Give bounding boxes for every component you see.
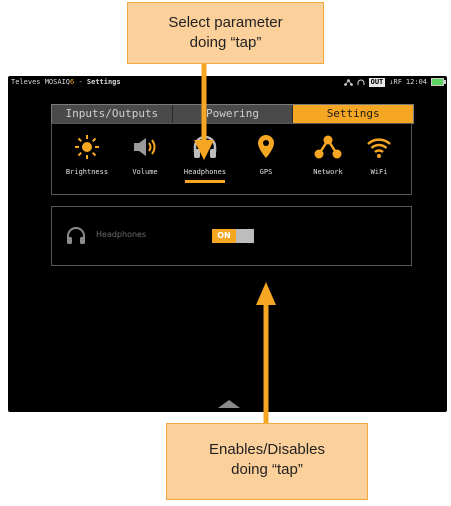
arrow-head-down (194, 140, 214, 160)
callout-enable-disable: Enables/Disables doing “tap” (166, 423, 368, 500)
callout-line: Enables/Disables (209, 441, 325, 458)
callout-line: doing “tap” (189, 34, 262, 51)
callout-line: doing “tap” (231, 461, 303, 478)
arrow-head-up (256, 282, 276, 305)
callout-line: Select parameter (168, 14, 283, 31)
callout-select-parameter: Select parameter doing “tap” (127, 2, 324, 64)
